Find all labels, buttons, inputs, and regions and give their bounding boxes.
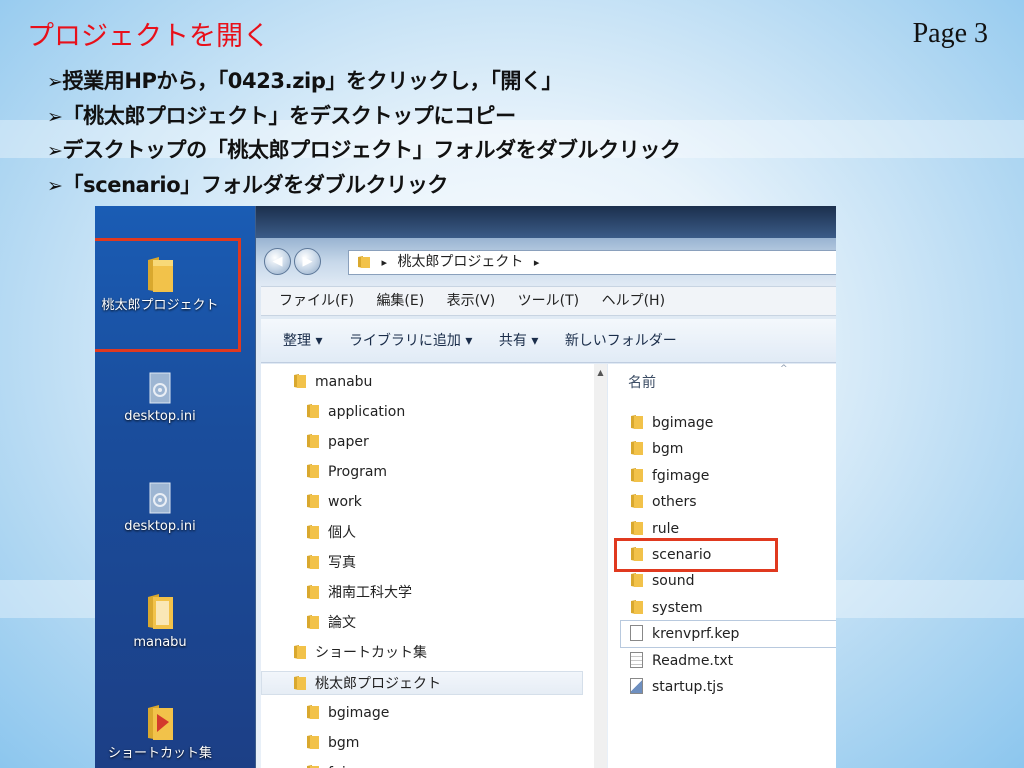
nav-tree-item[interactable]: 写真 [306,551,356,575]
nav-tree-item[interactable]: ショートカット集 [293,641,427,665]
nav-tree-item[interactable]: bgm [306,731,359,755]
organize-button[interactable]: 整理 ▾ [283,319,322,363]
folder-icon [631,573,643,588]
menu-bar: ファイル(F) 編集(E) 表示(V) ツール(T) ヘルプ(H) [261,286,836,316]
explorer-window: ◀ ▶ ▸ 桃太郎プロジェクト ▸ ファイル(F) 編集(E) 表示(V) ツー… [255,206,836,768]
instruction-item: ➢「scenario」フォルダをダブルクリック [47,172,449,197]
slide-title: プロジェクトを開く [27,21,270,52]
navigation-pane: ▲ manabu application paper Program work 個人写真湘… [261,364,607,768]
nav-tree-item[interactable]: 桃太郎プロジェクト [261,671,583,695]
folder-icon [294,374,306,388]
nav-tree-item[interactable]: 湘南工科大学 [306,581,412,605]
folder-icon [307,705,319,720]
instruction-item: ➢「桃太郎プロジェクト」をデスクトップにコピー [47,103,516,128]
text-file-icon [630,651,643,668]
scroll-up-arrow-icon[interactable]: ▲ [594,368,607,377]
explorer-screenshot: 桃太郎プロジェクト desktop.ini desktop.ini manabu… [95,206,836,768]
highlight-box-scenario [614,538,778,572]
instruction-item: ➢授業用HPから，「0423.zip」をクリックし，「開く」 [47,69,563,93]
nav-tree-item[interactable]: Program [306,460,387,484]
file-list-item[interactable]: krenvprf.kep [630,621,739,647]
folder-icon [307,404,319,419]
menu-help[interactable]: ヘルプ(H) [602,287,665,315]
folder-icon [307,464,319,479]
shortcut-folder-icon [148,705,173,740]
share-button[interactable]: 共有 ▾ [499,319,538,363]
settings-file-icon [149,372,171,404]
folder-icon [631,467,643,482]
folder-icon [307,494,319,509]
desktop-icon-desktop-ini[interactable]: desktop.ini [95,371,230,425]
column-header-name[interactable]: 名前 [628,372,656,392]
folder-icon [307,735,319,750]
file-list-item[interactable]: system [630,595,703,621]
desktop-icon-desktop-ini[interactable]: desktop.ini [95,481,230,535]
highlight-box-desktop-folder [95,238,241,352]
nav-tree-item[interactable]: manabu [293,370,372,394]
nav-tree-item[interactable]: fgimage [306,761,385,768]
nav-tree-item[interactable]: 論文 [306,611,356,635]
script-file-icon [630,678,643,694]
folder-icon [307,554,319,569]
file-list-item[interactable]: others [630,489,697,515]
folder-icon [307,584,319,599]
file-icon [630,625,643,642]
instruction-item: ➢デスクトップの「桃太郎プロジェクト」フォルダをダブルクリック [47,138,681,162]
breadcrumb-separator-icon[interactable]: ▸ [534,256,540,269]
folder-icon [631,494,643,509]
nav-tree-item[interactable]: paper [306,430,369,454]
arrow-bullet-icon: ➢ [47,71,63,93]
add-to-library-button[interactable]: ライブラリに追加 ▾ [349,319,472,363]
desktop-area: 桃太郎プロジェクト desktop.ini desktop.ini manabu… [95,206,255,768]
file-list: 名前 ^ bgimage bgm fgimage others rule scenario… [608,364,836,768]
folder-icon [307,524,319,539]
forward-arrow-icon: ▶ [302,254,313,269]
nav-tree-item[interactable]: bgimage [306,701,389,725]
desktop-icon-shortcut-folder[interactable]: ショートカット集 [95,702,230,762]
nav-tree-item[interactable]: application [306,400,405,424]
folder-icon [358,256,370,268]
arrow-bullet-icon: ➢ [47,174,63,197]
arrow-bullet-icon: ➢ [47,140,63,162]
menu-file[interactable]: ファイル(F) [279,287,354,315]
command-bar: 整理 ▾ ライブラリに追加 ▾ 共有 ▾ 新しいフォルダー [261,319,836,363]
folder-icon [631,415,643,429]
sort-arrow-icon: ^ [780,364,788,374]
settings-file-icon [149,482,171,514]
window-title-bar [256,206,836,238]
menu-edit[interactable]: 編集(E) [376,287,424,315]
file-list-item[interactable]: bgimage [630,410,713,436]
nav-tree-item[interactable]: 個人 [306,521,356,545]
folder-icon [307,614,319,629]
file-list-item[interactable]: bgm [630,436,683,462]
page-number: Page 3 [912,18,988,49]
file-list-item[interactable]: sound [630,568,695,594]
desktop-icon-manabu[interactable]: manabu [95,591,230,651]
address-bar[interactable]: ▸ 桃太郎プロジェクト ▸ [348,250,836,275]
folder-icon [148,594,173,629]
arrow-bullet-icon: ➢ [47,105,63,128]
nav-scrollbar[interactable]: ▲ [594,364,607,768]
folder-icon [307,765,319,768]
folder-icon [294,676,306,690]
breadcrumb-current[interactable]: 桃太郎プロジェクト [397,254,523,270]
file-list-item[interactable]: startup.tjs [630,674,724,700]
menu-tools[interactable]: ツール(T) [518,287,579,315]
folder-icon [631,520,643,535]
breadcrumb-separator-icon: ▸ [381,256,387,269]
folder-icon [631,441,643,456]
nav-tree-item[interactable]: work [306,490,362,514]
file-list-item[interactable]: fgimage [630,463,709,489]
folder-icon [294,644,306,659]
instruction-list: ➢授業用HPから，「0423.zip」をクリックし，「開く」 ➢「桃太郎プロジェ… [47,64,681,202]
forward-button[interactable]: ▶ [294,248,321,275]
folder-icon [631,599,643,614]
folder-icon [307,434,319,449]
back-arrow-icon: ◀ [272,254,283,269]
file-list-item[interactable]: Readme.txt [630,648,733,674]
back-button[interactable]: ◀ [264,248,291,275]
menu-view[interactable]: 表示(V) [447,287,496,315]
navigation-bar: ◀ ▶ ▸ 桃太郎プロジェクト ▸ [256,242,836,282]
new-folder-button[interactable]: 新しいフォルダー [565,319,677,363]
